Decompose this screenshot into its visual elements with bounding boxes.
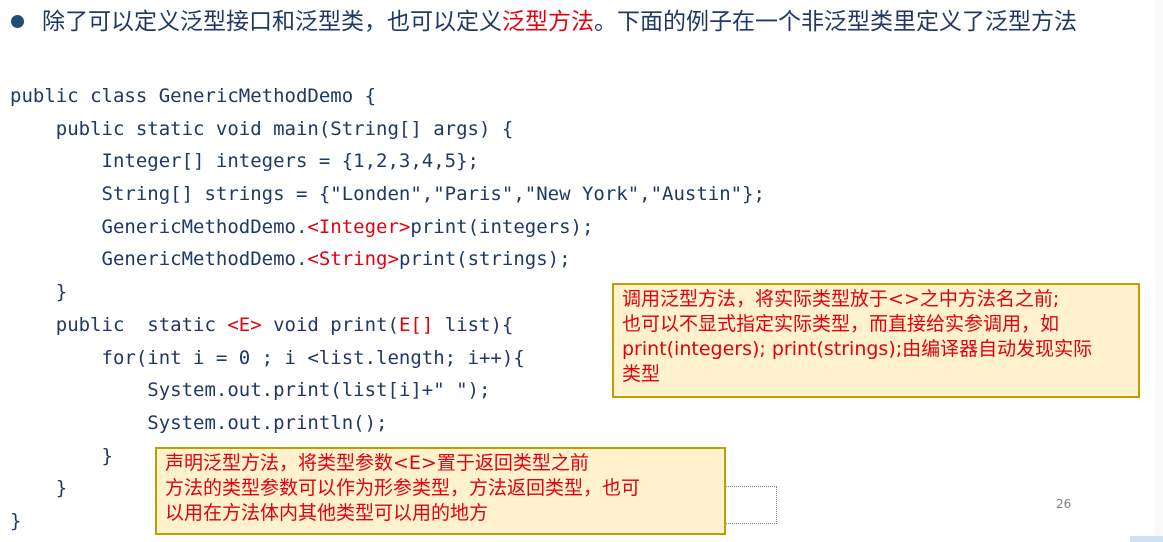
type-argument: <Integer> xyxy=(307,215,411,238)
code-line: Integer[] integers = {1,2,3,4,5}; xyxy=(10,150,480,173)
callout-line: 类型 xyxy=(622,363,661,385)
type-argument: <String> xyxy=(307,248,399,271)
callout-generic-declaration: 声明泛型方法，将类型参数<E>置于返回类型之前 方法的类型参数可以作为形参类型，… xyxy=(155,447,726,535)
code-segment: print(integers); xyxy=(410,215,594,238)
callout-line: 调用泛型方法，将实际类型放于<>之中方法名之前; xyxy=(622,288,1060,310)
heading-text: 除了可以定义泛型接口和泛型类，也可以定义泛型方法。下面的例子在一个非泛型类里定义… xyxy=(8,2,1118,42)
code-segment: void print( xyxy=(261,313,399,336)
callout-line: 以用在方法体内其他类型可以用的地方 xyxy=(165,502,489,524)
parameter-type: E[] xyxy=(398,313,434,336)
type-parameter: <E> xyxy=(227,313,262,336)
code-segment: GenericMethodDemo. xyxy=(10,248,308,271)
vertical-scrollbar[interactable] xyxy=(1154,0,1163,542)
code-segment: list){ xyxy=(433,313,514,336)
code-line: System.out.println(); xyxy=(10,411,388,434)
code-segment: public static xyxy=(10,313,228,336)
callout-line: print(integers); print(strings);由编译器自动发现… xyxy=(622,338,1093,360)
heading-part1: 除了可以定义泛型接口和泛型类，也可以定义 xyxy=(42,9,502,35)
code-line: GenericMethodDemo.<Integer>print(integer… xyxy=(10,211,765,244)
code-line: public static void main(String[] args) { xyxy=(10,117,514,140)
heading-part2: 。下面的例子在一个非泛型类里定义了泛型方法 xyxy=(594,9,1077,35)
bullet-icon xyxy=(11,15,24,28)
callout-line: 方法的类型参数可以作为形参类型，方法返回类型，也可 xyxy=(165,477,641,499)
code-line: public class GenericMethodDemo { xyxy=(10,85,377,107)
callout-line: 声明泛型方法，将类型参数<E>置于返回类型之前 xyxy=(165,452,589,474)
callout-line: 也可以不显式指定实际类型，而直接给实参调用，如 xyxy=(622,313,1060,335)
callout-generic-call: 调用泛型方法，将实际类型放于<>之中方法名之前; 也可以不显式指定实际类型，而直… xyxy=(612,283,1140,398)
code-line: String[] strings = {"Londen","Paris","Ne… xyxy=(10,183,765,206)
page-number: 26 xyxy=(1056,497,1072,511)
code-segment: GenericMethodDemo. xyxy=(10,215,308,238)
heading-highlight: 泛型方法 xyxy=(502,9,594,35)
code-line: GenericMethodDemo.<String>print(strings)… xyxy=(10,243,765,276)
horizontal-scrollbar-thumb[interactable] xyxy=(1130,536,1163,542)
slide-heading: 除了可以定义泛型接口和泛型类，也可以定义泛型方法。下面的例子在一个非泛型类里定义… xyxy=(8,2,1118,42)
code-segment: print(strings); xyxy=(398,248,571,271)
